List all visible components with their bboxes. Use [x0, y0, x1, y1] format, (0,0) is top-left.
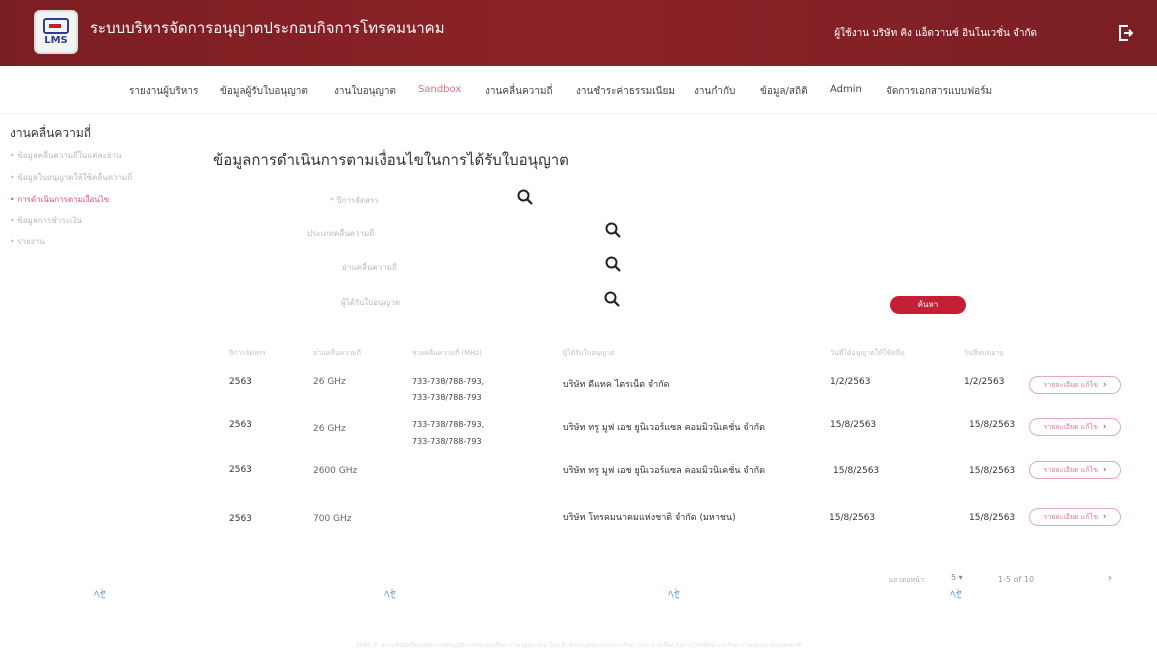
search-button[interactable]: ค้นหา — [890, 296, 966, 314]
cell-end-date: 15/8/2563 — [969, 420, 1016, 430]
pagination-range: 1-5 of 10 — [998, 575, 1035, 584]
detail-edit-label: รายละเอียด แก้ไข — [1043, 380, 1098, 389]
nav-licensee-info[interactable]: ข้อมูลผู้รับใบอนุญาต — [220, 84, 308, 99]
sidebar-item-spectrum-licenses[interactable]: • ข้อมูลใบอนุญาตให้ใช้คลื่นความถี่ — [10, 171, 132, 184]
footer-copyright: 2563 © สงวนลิขสิทธิ์ตามพระราชบัญญัติการป… — [355, 642, 802, 649]
logout-icon[interactable] — [1117, 24, 1133, 42]
cell-licensee: บริษัท ทรู มูฟ เอช ยูนิเวอร์แซล คอมมิวนิ… — [563, 466, 765, 476]
search-licensee-icon[interactable] — [603, 290, 621, 308]
filter-band-label: ย่านคลื่นความถี่ — [342, 263, 397, 272]
filter-year-label: * ปีการจัดสรร — [330, 196, 379, 205]
cell-start-date: 1/2/2563 — [830, 377, 871, 387]
cell-start-date: 15/8/2563 — [829, 513, 876, 523]
sidebar-title: งานคลื่นความถี่ — [10, 126, 92, 140]
cell-start-date: 15/8/2563 — [833, 466, 880, 476]
col-band-header: ย่านคลื่นความถี่ — [313, 349, 361, 357]
detail-edit-label: รายละเอียด แก้ไข — [1043, 422, 1098, 431]
nav-license-work[interactable]: งานใบอนุญาต — [334, 84, 396, 99]
cell-band: 700 GHz — [313, 514, 352, 524]
col-range-header: ช่วงคลื่นความถี่ (MHz) — [412, 349, 482, 357]
chevron-right-icon: › — [1102, 380, 1107, 390]
col-start-date-header: วันที่ได้อนุญาตให้ใช้คลื่น — [830, 349, 905, 357]
sidebar-item-report[interactable]: • รายงาน — [10, 235, 45, 248]
cell-end-date: 15/8/2563 — [969, 513, 1016, 523]
cell-end-date: 15/8/2563 — [969, 466, 1016, 476]
cell-range-line2: 733-738/788-793 — [412, 393, 482, 402]
col-end-date-header: วันที่หมดอายุ — [964, 349, 1004, 357]
col-licensee-header: ผู้ได้รับใบอนุญาต — [563, 349, 615, 357]
cell-licensee: บริษัท ทรู มูฟ เอช ยูนิเวอร์แซล คอมมิวนิ… — [563, 423, 765, 433]
scan-mark-icon: ﾍｾ — [668, 587, 681, 601]
nav-statistics[interactable]: ข้อมูล/สถิติ — [760, 84, 808, 99]
search-band-type-icon[interactable] — [604, 221, 622, 239]
detail-edit-button[interactable]: รายละเอียด แก้ไข › — [1029, 376, 1121, 394]
detail-edit-button[interactable]: รายละเอียด แก้ไข › — [1029, 461, 1121, 479]
scan-mark-icon: ﾍｾ — [950, 587, 963, 601]
nav-fee-payment[interactable]: งานชำระค่าธรรมเนียม — [576, 84, 675, 99]
cell-range-line2: 733-738/788-793 — [412, 437, 482, 446]
main-nav: รายงานผู้บริหาร ข้อมูลผู้รับใบอนุญาต งาน… — [0, 66, 1157, 114]
cell-range-line1: 733-738/788-793, — [412, 377, 485, 386]
lms-logo[interactable]: LMS — [34, 10, 78, 54]
lms-logo-mark-icon — [43, 18, 69, 34]
rows-per-page-select[interactable]: 5 ▾ — [951, 573, 963, 582]
sidebar-item-conditions[interactable]: • การดำเนินการตามเงื่อนไข — [10, 193, 109, 206]
col-year-header: ปีการจัดสรร — [229, 349, 266, 357]
sidebar-item-payment[interactable]: • ข้อมูลการชำระเงิน — [10, 214, 82, 227]
nav-sandbox[interactable]: Sandbox — [418, 84, 461, 95]
nav-spectrum-work[interactable]: งานคลื่นความถี่ — [485, 84, 553, 99]
top-bar: LMS ระบบบริหารจัดการอนุญาตประกอบกิจการโท… — [0, 0, 1157, 66]
cell-year: 2563 — [229, 514, 252, 524]
filter-band-type-label: ประเภทคลื่นความถี่ — [307, 229, 375, 238]
app-title: ระบบบริหารจัดการอนุญาตประกอบกิจการโทรคมน… — [90, 19, 445, 37]
nav-executive-report[interactable]: รายงานผู้บริหาร — [129, 84, 198, 99]
cell-end-date: 1/2/2563 — [964, 377, 1005, 387]
detail-edit-button[interactable]: รายละเอียด แก้ไข › — [1029, 508, 1121, 526]
chevron-right-icon: › — [1102, 422, 1107, 432]
cell-licensee: บริษัท โทรคมนาคมแห่งชาติ จำกัด (มหาชน) — [563, 513, 736, 523]
cell-year: 2563 — [229, 420, 252, 430]
nav-form-management[interactable]: จัดการเอกสารแบบฟอร์ม — [886, 84, 992, 99]
sidebar-item-spectrum-bands[interactable]: • ข้อมูลคลื่นความถี่ในแต่ละย่าน — [10, 149, 121, 162]
chevron-right-icon: › — [1102, 512, 1107, 522]
cell-licensee: บริษัท ดีแทค ไตรเน็ต จำกัด — [563, 380, 670, 390]
scan-mark-icon: ﾍｾ — [384, 587, 397, 601]
page-title: ข้อมูลการดำเนินการตามเงื่อนไขในการได้รับ… — [213, 151, 569, 169]
cell-year: 2563 — [229, 465, 252, 475]
cell-year: 2563 — [229, 377, 252, 387]
nav-admin[interactable]: Admin — [830, 84, 862, 95]
search-band-icon[interactable] — [604, 255, 622, 273]
cell-band: 26 GHz — [313, 377, 346, 387]
search-year-icon[interactable] — [516, 188, 534, 206]
detail-edit-button[interactable]: รายละเอียด แก้ไข › — [1029, 418, 1121, 436]
next-page-icon[interactable]: › — [1108, 573, 1112, 584]
cell-band: 26 GHz — [313, 424, 346, 434]
user-info: ผู้ใช้งาน บริษัท คิง แอ็ดวานซ์ อินโนเวชั… — [834, 28, 1037, 39]
chevron-right-icon: › — [1102, 465, 1107, 475]
rows-per-page-label: แถวต่อหน้า: — [889, 576, 927, 584]
cell-band: 2600 GHz — [313, 466, 358, 476]
detail-edit-label: รายละเอียด แก้ไข — [1043, 512, 1098, 521]
logo-text: LMS — [44, 35, 68, 46]
nav-regulation[interactable]: งานกำกับ — [694, 84, 735, 99]
scan-mark-icon: ﾍｾ — [94, 587, 107, 601]
filter-licensee-label: ผู้ได้รับใบอนุญาต — [341, 298, 401, 307]
cell-start-date: 15/8/2563 — [830, 420, 877, 430]
detail-edit-label: รายละเอียด แก้ไข — [1043, 465, 1098, 474]
cell-range-line1: 733-738/788-793, — [412, 420, 485, 429]
